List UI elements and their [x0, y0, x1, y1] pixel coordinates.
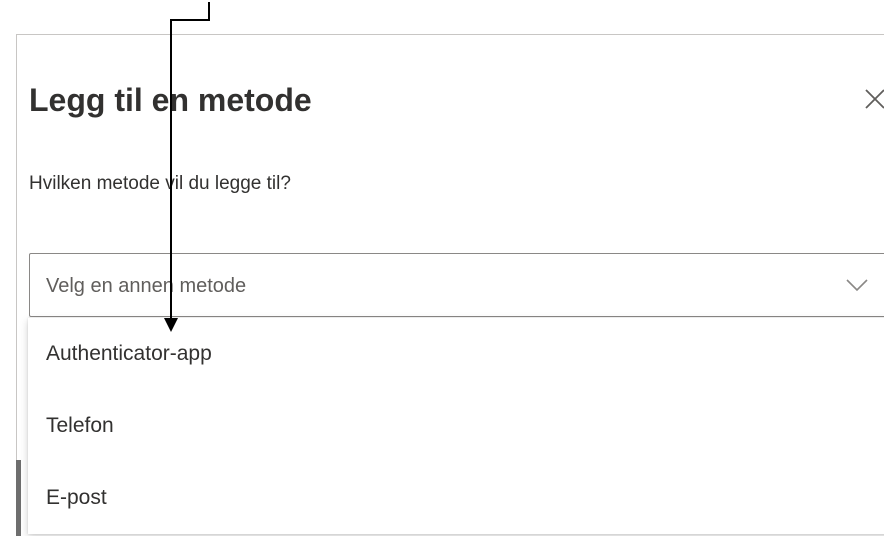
- option-e-post[interactable]: E-post: [28, 462, 884, 534]
- option-telefon[interactable]: Telefon: [28, 390, 884, 462]
- dialog-subtitle: Hvilken metode vil du legge til?: [29, 173, 291, 194]
- option-label: E-post: [46, 486, 107, 509]
- screenshot-stage: Legg til en metode Hvilken metode vil du…: [0, 0, 884, 536]
- dialog-title: Legg til en metode: [29, 82, 312, 118]
- method-select[interactable]: Velg en annen metode: [29, 253, 884, 317]
- option-label: Telefon: [46, 414, 114, 437]
- select-value: Velg en annen metode: [46, 275, 247, 297]
- method-options-list: Authenticator-app Telefon E-post: [28, 318, 884, 534]
- left-accent-bar: [16, 460, 21, 536]
- chevron-down-icon: [846, 279, 868, 292]
- option-authenticator-app[interactable]: Authenticator-app: [28, 318, 884, 390]
- option-label: Authenticator-app: [46, 342, 212, 365]
- close-icon[interactable]: [862, 86, 884, 112]
